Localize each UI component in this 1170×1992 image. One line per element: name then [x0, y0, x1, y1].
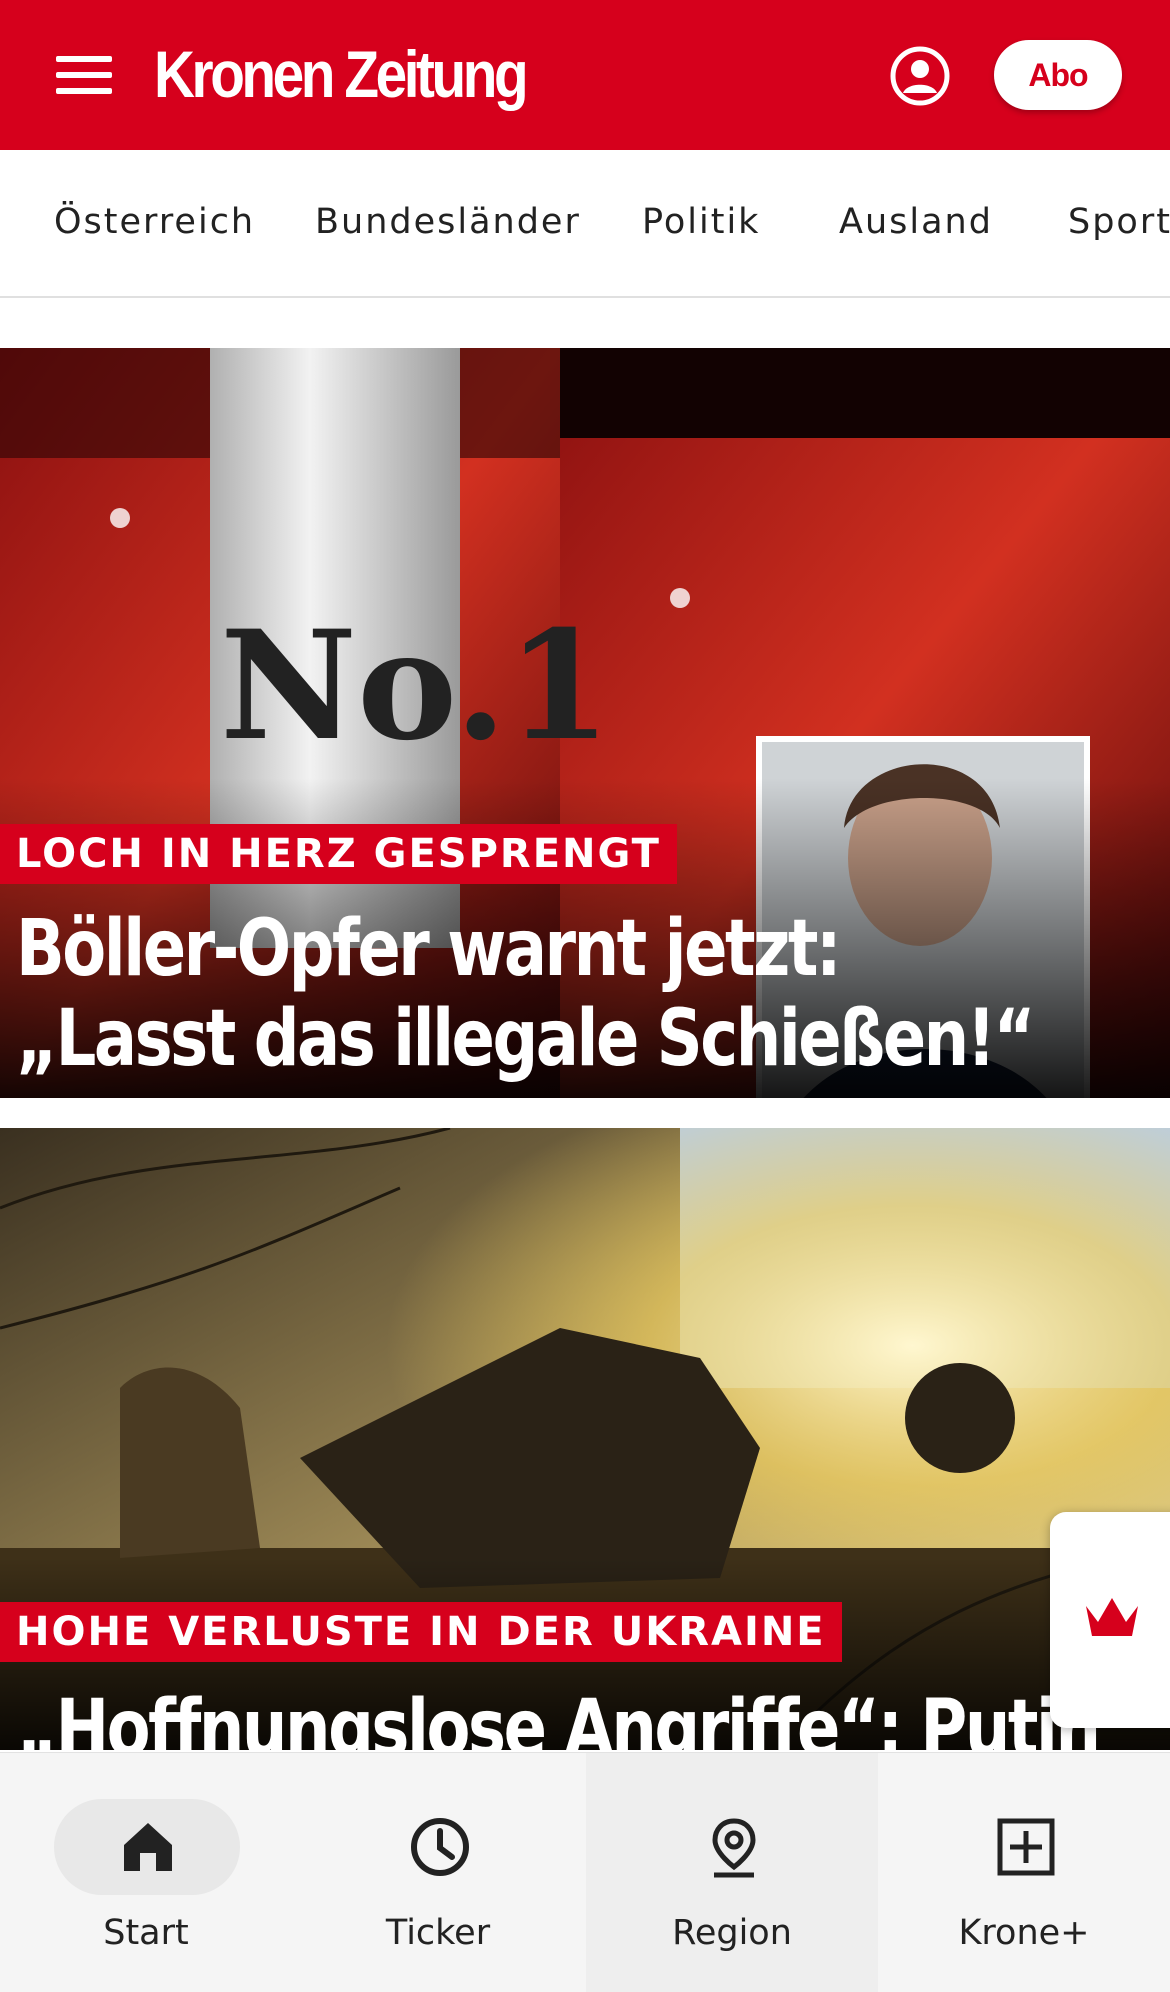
plus-square-icon	[997, 1818, 1055, 1876]
kronen-zeitung-logo[interactable]: Kronen Zeitung	[154, 34, 529, 114]
category-nav: Österreich Bundesländer Politik Ausland …	[0, 150, 1170, 298]
article-headline-line1: Böller-Opfer warnt jetzt:	[16, 904, 842, 994]
article-card[interactable]: HOHE VERLUSTE IN DER UKRAINE „Hoffnungsl…	[0, 1128, 1170, 1750]
article-headline-line2: „Lasst das illegale Schießen!“	[16, 994, 1035, 1084]
account-icon[interactable]	[890, 46, 950, 106]
location-pin-icon	[712, 1818, 756, 1878]
bottom-nav-ticker[interactable]: Ticker	[292, 1753, 584, 1992]
crown-icon	[1086, 1598, 1138, 1636]
bottom-nav-label: Ticker	[385, 1913, 491, 1953]
bottom-nav-label: Krone+	[958, 1913, 1090, 1953]
svg-text:No.1: No.1	[220, 598, 611, 774]
article-card[interactable]: No.1 LOCH IN HERZ GESPRENGT Böller-Opfer…	[0, 348, 1170, 1098]
hamburger-menu-icon[interactable]	[56, 54, 112, 94]
bottom-navigation: Start Ticker Region Krone+	[0, 1752, 1170, 1992]
app-header: Kronen Zeitung Abo	[0, 0, 1170, 150]
home-icon	[124, 1823, 172, 1871]
category-ausland[interactable]: Ausland	[839, 202, 993, 242]
article-headline-line1: „Hoffnungslose Angriffe“: Putin	[16, 1684, 1101, 1750]
category-politik[interactable]: Politik	[642, 202, 760, 242]
bottom-nav-start[interactable]: Start	[0, 1753, 292, 1992]
clock-icon	[411, 1818, 469, 1876]
krone-floating-widget[interactable]	[1050, 1512, 1170, 1728]
bottom-nav-label: Start	[103, 1913, 189, 1953]
category-sport[interactable]: Sport	[1068, 202, 1170, 242]
bottom-nav-kroneplus[interactable]: Krone+	[878, 1753, 1170, 1992]
bottom-nav-region[interactable]: Region	[586, 1753, 878, 1992]
abo-button[interactable]: Abo	[994, 40, 1122, 110]
category-oesterreich[interactable]: Österreich	[54, 202, 255, 242]
article-kicker: LOCH IN HERZ GESPRENGT	[0, 824, 677, 884]
category-bundeslaender[interactable]: Bundesländer	[315, 202, 581, 242]
article-kicker: HOHE VERLUSTE IN DER UKRAINE	[0, 1602, 842, 1662]
bottom-nav-label: Region	[672, 1913, 792, 1953]
